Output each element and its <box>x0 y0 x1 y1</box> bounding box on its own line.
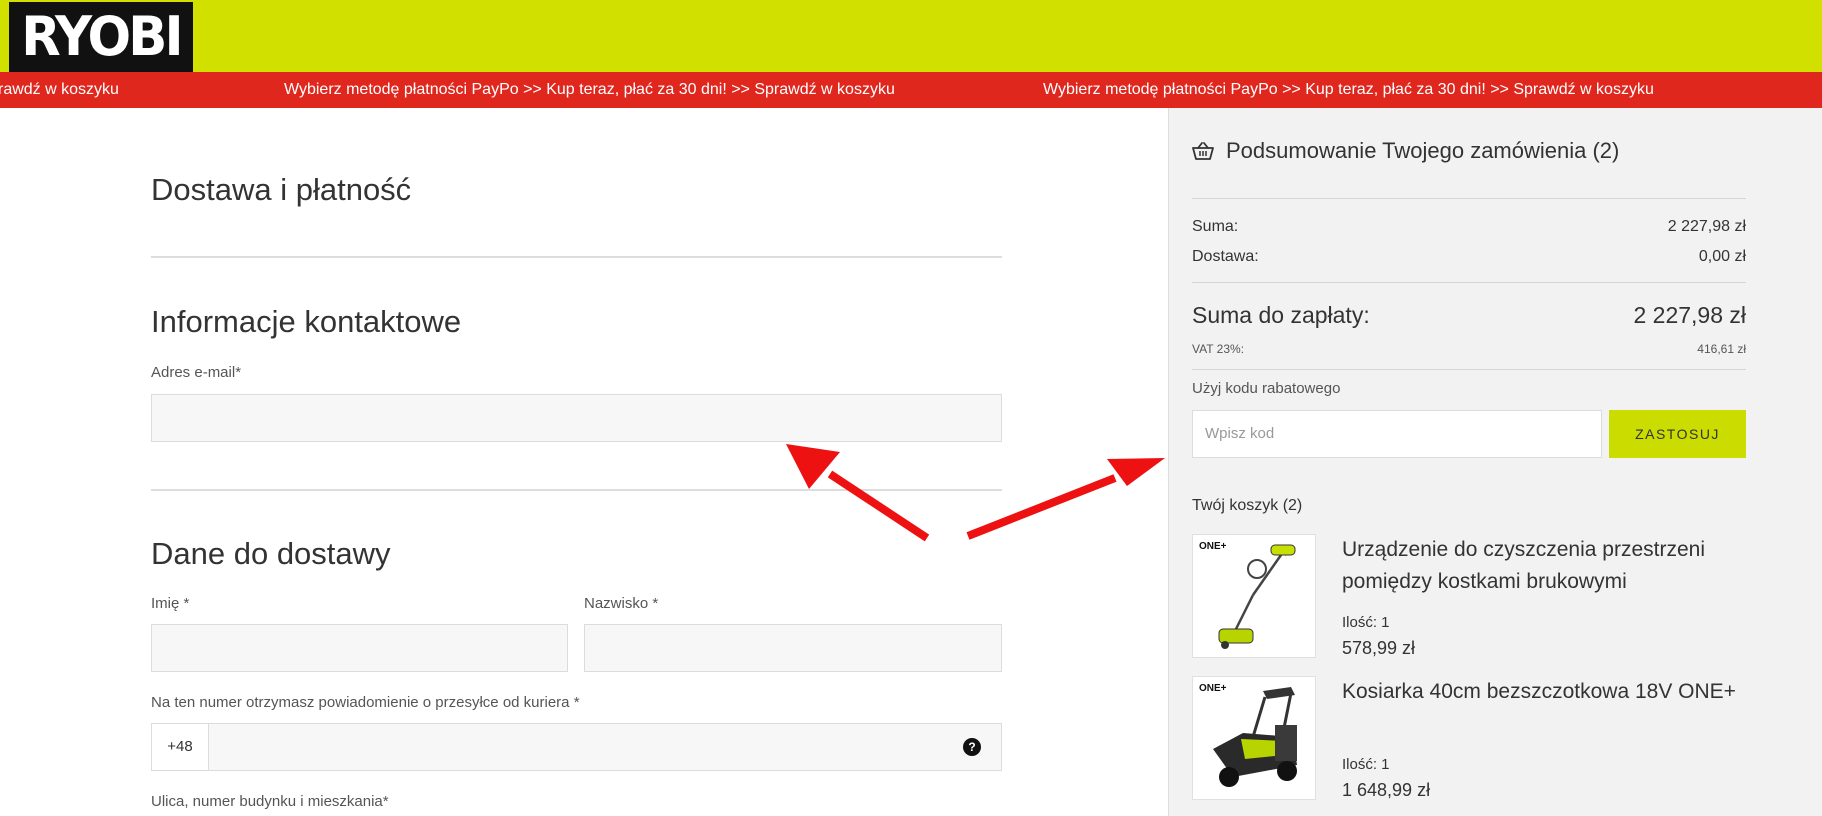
summary-title-text: Podsumowanie Twojego zamówienia (2) <box>1226 138 1620 163</box>
vat-row: VAT 23%: 416,61 zł <box>1192 342 1746 356</box>
divider <box>1192 282 1746 283</box>
total-row: Suma do zapłaty: 2 227,98 zł <box>1192 302 1746 329</box>
email-label: Adres e-mail* <box>151 364 242 381</box>
vat-label: VAT 23%: <box>1192 342 1245 356</box>
product-qty: Ilość: 1 <box>1342 614 1390 631</box>
basket-icon <box>1192 142 1214 160</box>
phone-label: Na ten numer otrzymasz powiadomienie o p… <box>151 694 580 711</box>
street-label: Ulica, numer budynku i mieszkania* <box>151 793 389 810</box>
one-plus-badge: ONE+ <box>1199 541 1227 552</box>
question-circle-icon[interactable]: ? <box>963 738 981 756</box>
contact-heading: Informacje kontaktowe <box>151 304 462 339</box>
shipping-label: Dostawa: <box>1192 248 1259 265</box>
promo-message-1: Wybierz metodę płatności PayPo >> Kup te… <box>284 81 895 98</box>
delivery-heading: Dane do dostawy <box>151 536 391 571</box>
product-name[interactable]: Urządzenie do czyszczenia przestrzeni po… <box>1342 534 1742 598</box>
coupon-label: Użyj kodu rabatowego <box>1192 380 1341 397</box>
phone-field[interactable]: +48 ? <box>151 723 1002 771</box>
divider <box>151 256 1002 258</box>
header-bar: RYOBI <box>0 0 1822 72</box>
one-plus-badge: ONE+ <box>1199 683 1227 694</box>
first-name-label: Imię * <box>151 595 190 612</box>
subtotal-value: 2 227,98 zł <box>1667 218 1746 235</box>
cart-item[interactable]: ONE+ Kosiarka 40cm bezszczotkowa 18V ONE… <box>1192 676 1746 800</box>
product-qty: Ilość: 1 <box>1342 756 1390 773</box>
coupon-input[interactable]: Wpisz kod <box>1192 410 1602 458</box>
cart-item[interactable]: ONE+ Urządzenie do czyszczenia przestrze… <box>1192 534 1746 658</box>
promo-fragment: rawdź w koszyku <box>0 81 119 98</box>
product-name[interactable]: Kosiarka 40cm bezszczotkowa 18V ONE+ <box>1342 676 1742 708</box>
divider <box>1192 198 1746 199</box>
apply-coupon-button[interactable]: ZASTOSUJ <box>1609 410 1746 458</box>
page-title: Dostawa i płatność <box>151 172 412 207</box>
last-name-label: Nazwisko * <box>584 595 659 612</box>
checkout-form: Dostawa i płatność Informacje kontaktowe… <box>0 108 1168 816</box>
patio-cleaner-image <box>1218 544 1296 649</box>
subtotal-row: Suma: 2 227,98 zł <box>1192 218 1746 236</box>
product-image[interactable]: ONE+ <box>1192 534 1316 658</box>
promo-message-2: Wybierz metodę płatności PayPo >> Kup te… <box>1043 81 1654 98</box>
subtotal-label: Suma: <box>1192 218 1239 235</box>
total-label: Suma do zapłaty: <box>1192 302 1370 328</box>
vat-value: 416,61 zł <box>1697 342 1746 356</box>
order-summary: Podsumowanie Twojego zamówienia (2) Suma… <box>1168 108 1822 816</box>
phone-prefix: +48 <box>152 724 209 770</box>
product-price: 578,99 zł <box>1342 638 1416 658</box>
email-field[interactable] <box>151 394 1002 442</box>
product-image[interactable]: ONE+ <box>1192 676 1316 800</box>
logo-text: RYOBI <box>21 5 183 68</box>
promo-banner[interactable]: rawdź w koszyku Wybierz metodę płatności… <box>0 72 1822 108</box>
divider <box>1192 369 1746 370</box>
cart-title: Twój koszyk (2) <box>1192 497 1303 514</box>
total-value: 2 227,98 zł <box>1633 302 1746 328</box>
lawn-mower-image <box>1213 687 1297 787</box>
divider <box>151 489 1002 491</box>
last-name-field[interactable] <box>584 624 1002 672</box>
shipping-row: Dostawa: 0,00 zł <box>1192 248 1746 266</box>
shipping-value: 0,00 zł <box>1698 248 1746 265</box>
first-name-field[interactable] <box>151 624 568 672</box>
ryobi-logo[interactable]: RYOBI <box>9 2 193 72</box>
product-price: 1 648,99 zł <box>1342 780 1431 800</box>
summary-title: Podsumowanie Twojego zamówienia (2) <box>1192 138 1619 164</box>
